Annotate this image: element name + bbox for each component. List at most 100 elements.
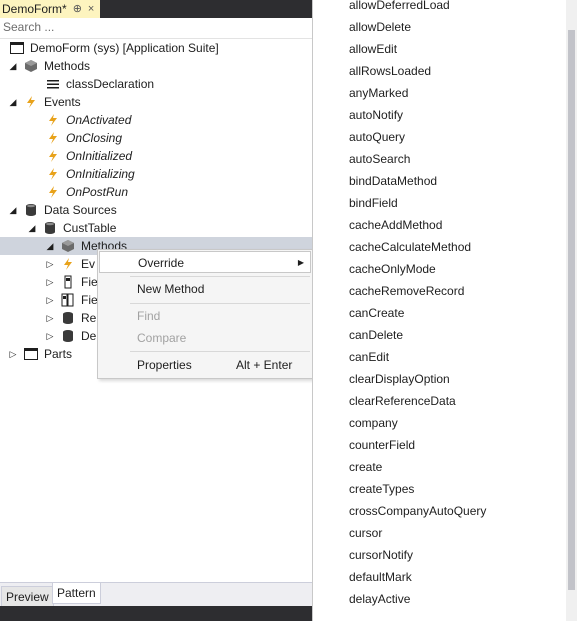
override-menu-item[interactable]: delayActive [349, 588, 410, 610]
tree-node-label: DemoForm (sys) [Application Suite] [30, 41, 219, 55]
override-menu-item[interactable]: anyMarked [349, 82, 408, 104]
override-menu-item[interactable]: clearDisplayOption [349, 368, 450, 390]
search-bar [0, 18, 312, 39]
override-menu-item[interactable]: allowEdit [349, 38, 397, 60]
tree-node-root[interactable]: DemoForm (sys) [Application Suite] [10, 39, 219, 57]
override-menu-item[interactable]: create [349, 456, 382, 478]
status-strip [0, 606, 312, 621]
tree-node-event[interactable]: OnActivated [46, 111, 131, 129]
collapse-icon[interactable]: ◢ [8, 57, 18, 75]
tree-node-ds-ranges[interactable]: ▷ Re [45, 309, 97, 327]
close-icon[interactable]: × [88, 0, 94, 18]
override-menu-item[interactable]: crossCompanyAutoQuery [349, 500, 486, 522]
tree-node-label: Parts [44, 347, 73, 361]
menu-item-label: New Method [137, 282, 205, 296]
override-menu-item[interactable]: autoQuery [349, 126, 405, 148]
menu-item-compare: Compare [99, 327, 311, 349]
menu-item-find: Find [99, 305, 311, 327]
override-menu-item[interactable]: defaultMark [349, 566, 412, 588]
tree-node-data-sources[interactable]: ◢ Data Sources [8, 201, 117, 219]
database-icon [61, 311, 75, 325]
menu-item-label: Find [137, 309, 161, 323]
collapse-icon[interactable]: ◢ [27, 219, 37, 237]
scrollbar-thumb[interactable] [568, 30, 575, 590]
tree-node-events[interactable]: ◢ Events [8, 93, 81, 111]
methods-icon [24, 59, 38, 73]
override-menu-item[interactable]: cacheCalculateMethod [349, 236, 471, 258]
collapse-icon[interactable]: ◢ [8, 201, 18, 219]
document-tab[interactable]: DemoForm* ⊕ × [0, 0, 101, 18]
override-menu-item[interactable]: canEdit [349, 346, 389, 368]
database-icon [24, 203, 38, 217]
tree-node-ds-derived[interactable]: ▷ De [45, 327, 97, 345]
tree-node-label: OnActivated [66, 113, 132, 127]
tree-node-event[interactable]: OnPostRun [46, 183, 128, 201]
bottom-tab-strip: Preview Pattern [0, 582, 312, 608]
pin-icon[interactable]: ⊕ [73, 0, 82, 18]
override-menu-item[interactable]: clearReferenceData [349, 390, 456, 412]
override-menu-item[interactable]: canDelete [349, 324, 403, 346]
submenu-scrollbar[interactable] [566, 0, 577, 621]
tree-node-label: Fie [81, 293, 98, 307]
tree-node-parts[interactable]: ▷ Parts [8, 345, 72, 363]
expand-icon[interactable]: ▷ [45, 273, 55, 291]
menu-item-override[interactable]: Override ▶ [99, 251, 311, 273]
tree-node-label: OnInitializing [66, 167, 135, 181]
field-icon [61, 275, 75, 289]
expand-icon[interactable]: ▷ [45, 255, 55, 273]
tree-node-class-declaration[interactable]: classDeclaration [46, 75, 154, 93]
menu-separator [130, 351, 310, 352]
override-menu-item[interactable]: cacheOnlyMode [349, 258, 436, 280]
override-menu-item[interactable]: cursor [349, 522, 382, 544]
tree-node-event[interactable]: OnClosing [46, 129, 122, 147]
tree-node-label: OnPostRun [66, 185, 129, 199]
override-menu-item[interactable]: bindDataMethod [349, 170, 437, 192]
expand-icon[interactable]: ▷ [8, 345, 18, 363]
menu-item-shortcut: Alt + Enter [236, 358, 293, 372]
override-menu-item[interactable]: autoSearch [349, 148, 410, 170]
override-menu-item[interactable]: bindField [349, 192, 398, 214]
override-menu-item[interactable]: autoNotify [349, 104, 403, 126]
menu-separator [130, 276, 310, 277]
lightning-icon [46, 167, 60, 181]
lightning-icon [46, 149, 60, 163]
menu-item-new-method[interactable]: New Method [99, 278, 311, 300]
override-submenu: allowDeferredLoad allowDelete allowEdit … [312, 0, 577, 621]
override-menu-item[interactable]: allowDeferredLoad [349, 0, 450, 16]
tree-node-ds-fields[interactable]: ▷ Fie [45, 273, 98, 291]
tab-preview[interactable]: Preview [1, 586, 54, 608]
expand-icon[interactable]: ▷ [45, 327, 55, 345]
tree-node-label: OnClosing [66, 131, 123, 145]
menu-item-properties[interactable]: Properties Alt + Enter [99, 354, 311, 376]
override-menu-item[interactable]: cacheRemoveRecord [349, 280, 464, 302]
lightning-icon [24, 95, 38, 109]
declaration-icon [46, 77, 60, 91]
tree-node-event[interactable]: OnInitializing [46, 165, 135, 183]
collapse-icon[interactable]: ◢ [8, 93, 18, 111]
tree-node-label: Methods [44, 59, 91, 73]
expand-icon[interactable]: ▷ [45, 309, 55, 327]
collapse-icon[interactable]: ◢ [45, 237, 55, 255]
tree-node-ds-field-groups[interactable]: ▷ Fie [45, 291, 98, 309]
menu-item-label: Override [138, 256, 185, 270]
tree-node-label: Re [81, 311, 97, 325]
override-menu-item[interactable]: counterField [349, 434, 415, 456]
override-menu-item[interactable]: cursorNotify [349, 544, 413, 566]
tree-node-event[interactable]: OnInitialized [46, 147, 132, 165]
tree-node-custtable[interactable]: ◢ CustTable [27, 219, 117, 237]
override-menu-item[interactable]: cacheAddMethod [349, 214, 442, 236]
submenu-arrow-icon: ▶ [297, 258, 304, 267]
override-menu-item[interactable]: allowDelete [349, 16, 411, 38]
expand-icon[interactable]: ▷ [45, 291, 55, 309]
search-input[interactable] [0, 18, 296, 36]
tab-pattern[interactable]: Pattern [52, 583, 101, 604]
tree-node-methods[interactable]: ◢ Methods [8, 57, 91, 75]
lightning-icon [46, 113, 60, 127]
override-menu-item[interactable]: company [349, 412, 398, 434]
tree-node-label: Ev [81, 257, 96, 271]
override-menu-item[interactable]: createTypes [349, 478, 414, 500]
override-menu-item[interactable]: canCreate [349, 302, 404, 324]
tree-node-ds-events[interactable]: ▷ Ev [45, 255, 95, 273]
menu-separator [130, 303, 310, 304]
override-menu-item[interactable]: allRowsLoaded [349, 60, 431, 82]
